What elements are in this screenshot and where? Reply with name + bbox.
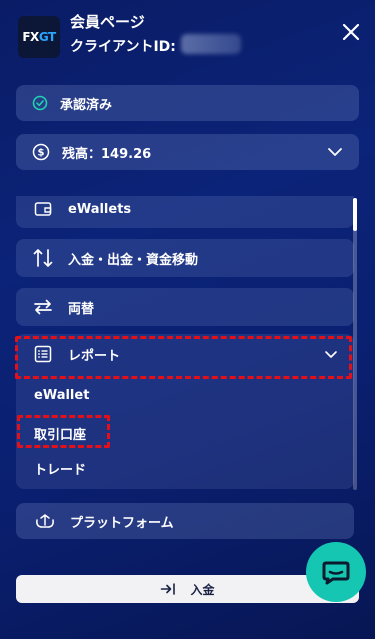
- menu-item-label: プラットフォーム: [70, 515, 174, 531]
- scrollbar-track[interactable]: [353, 198, 357, 490]
- menu-item-exchange[interactable]: 両替: [16, 288, 354, 326]
- approval-status-card: 承認済み: [16, 85, 359, 121]
- deposit-label: 入金: [190, 582, 215, 597]
- wallet-icon: [34, 201, 52, 217]
- menu-item-label: 入金・出金・資金移動: [68, 252, 199, 268]
- menu-item-label: eWallets: [68, 201, 132, 217]
- client-id-label: クライアントID:: [70, 39, 176, 55]
- check-circle-icon: [32, 95, 48, 111]
- menu-item-label: レポート: [68, 348, 121, 364]
- close-icon: [342, 23, 360, 41]
- page-title: 会員ページ: [70, 13, 145, 31]
- submenu-ewallet[interactable]: eWallet: [34, 388, 89, 403]
- logo-gt-text: GT: [38, 30, 56, 44]
- menu-item-ewallets[interactable]: eWallets: [16, 196, 354, 228]
- login-arrow-icon: [160, 582, 176, 596]
- svg-text:$: $: [38, 148, 45, 159]
- submenu-trade[interactable]: トレード: [34, 459, 86, 478]
- approval-status-label: 承認済み: [60, 97, 113, 113]
- chevron-down-icon: [327, 147, 343, 157]
- chat-button[interactable]: [306, 542, 366, 602]
- swap-icon: [32, 298, 54, 316]
- balance-dropdown[interactable]: $ 残高：149.26: [16, 134, 359, 170]
- scrollbar-thumb[interactable]: [353, 198, 357, 231]
- platform-icon: [34, 512, 56, 530]
- menu-item-label: 両替: [68, 301, 95, 317]
- menu-list[interactable]: eWallets 入金・出金・資金移動 両替 レポート eWallet 取引口座…: [16, 196, 354, 490]
- chevron-down-icon: [324, 350, 338, 359]
- report-panel: レポート eWallet 取引口座 トレード: [16, 334, 354, 489]
- submenu-trading-account[interactable]: 取引口座: [34, 424, 86, 443]
- report-list-icon: [34, 345, 52, 363]
- client-id-value-blurred: [181, 34, 241, 54]
- chat-icon: [322, 561, 350, 585]
- menu-item-transfer[interactable]: 入金・出金・資金移動: [16, 239, 354, 277]
- close-button[interactable]: [339, 20, 363, 44]
- dollar-circle-icon: $: [32, 143, 50, 161]
- menu-item-report[interactable]: レポート: [16, 334, 354, 374]
- balance-label: 残高：149.26: [62, 146, 152, 162]
- fxgt-logo: FX GT: [18, 16, 60, 58]
- menu-item-platform[interactable]: プラットフォーム: [16, 503, 354, 539]
- logo-fx-text: FX: [22, 30, 39, 44]
- arrows-up-down-icon: [32, 247, 54, 269]
